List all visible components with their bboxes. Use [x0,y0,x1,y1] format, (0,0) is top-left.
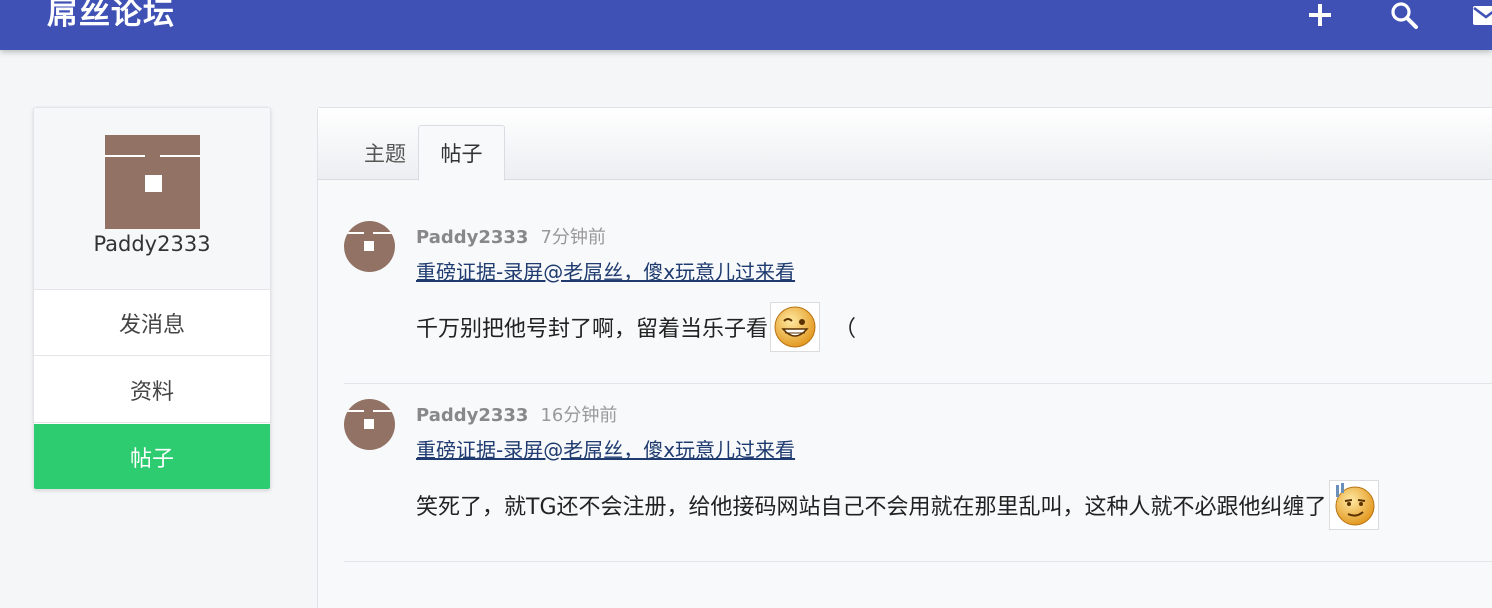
grinning-wink-emoji-icon [770,302,821,352]
post-body-text: 笑死了，就TG还不会注册，给他接码网站自己不会用就在那里乱叫，这种人就不必跟他纠… [416,495,1327,520]
post-time: 16分钟前 [540,405,618,426]
send-message-menu-item[interactable]: 发消息 [34,290,270,356]
search-icon[interactable] [1386,0,1422,30]
post-body-text: 千万别把他号封了啊，留着当乐子看 [416,317,769,342]
post-body: 千万别把他号封了啊，留着当乐子看 （ [416,302,856,352]
post-meta: Paddy2333 7分钟前 [416,223,606,249]
post-item: Paddy2333 7分钟前 重磅证据-录屏@老屌丝，傻x玩意儿过来看 千万别把他… [344,220,1492,384]
user-avatar[interactable] [105,135,200,229]
post-body: 笑死了，就TG还不会注册，给他接码网站自己不会用就在那里乱叫，这种人就不必跟他纠… [416,480,1379,530]
post-author[interactable]: Paddy2333 [416,405,528,426]
post-thread-link[interactable]: 重磅证据-录屏@老屌丝，傻x玩意儿过来看 [416,256,795,285]
post-meta: Paddy2333 16分钟前 [416,401,617,427]
post-avatar[interactable] [344,221,395,272]
posts-panel: 主题 帖子 Paddy2333 7分钟前 重磅证据-录屏@老屌丝，傻x玩意儿过来看… [317,107,1492,608]
post-avatar[interactable] [344,399,395,450]
posts-menu-item[interactable]: 帖子 [34,424,270,489]
post-author[interactable]: Paddy2333 [416,227,528,248]
post-time: 7分钟前 [540,227,606,248]
user-card: Paddy2333 发消息 资料 帖子 [33,107,271,490]
profile-header: Paddy2333 [34,108,270,290]
tab-topics[interactable]: 主题 [340,125,430,181]
top-navbar: 屌丝论坛 [0,0,1492,50]
profile-menu-item[interactable]: 资料 [34,357,270,423]
smirk-emoji-icon [1328,480,1379,530]
tab-bar: 主题 帖子 [318,108,1492,181]
post-thread-link[interactable]: 重磅证据-录屏@老屌丝，傻x玩意儿过来看 [416,434,795,463]
tab-posts[interactable]: 帖子 [418,125,505,181]
plus-icon[interactable] [1302,0,1338,30]
post-body-tail: （ [834,317,857,342]
post-item: Paddy2333 16分钟前 重磅证据-录屏@老屌丝，傻x玩意儿过来看 笑死了，… [344,398,1492,562]
site-brand[interactable]: 屌丝论坛 [47,0,175,34]
mail-icon[interactable] [1468,0,1492,30]
profile-username: Paddy2333 [93,232,211,256]
